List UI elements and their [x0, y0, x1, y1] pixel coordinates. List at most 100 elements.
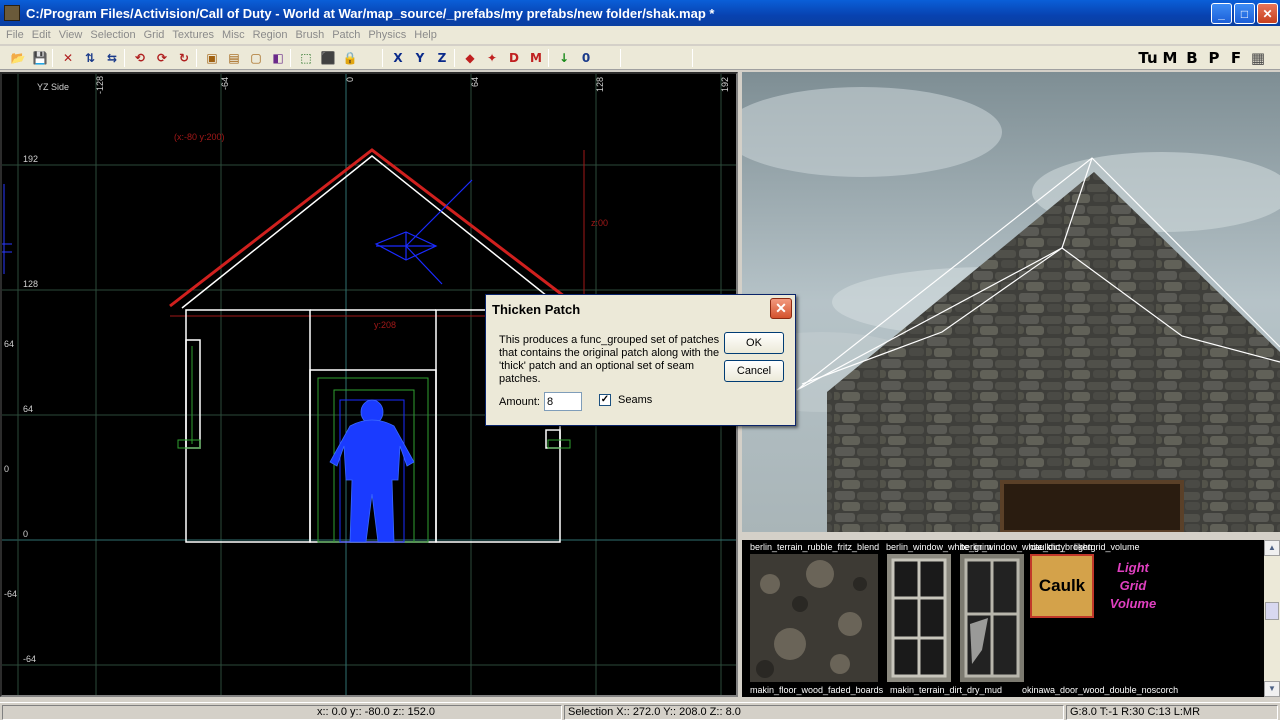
toolbar-separator [290, 49, 291, 67]
zero-icon[interactable]: 0 [578, 50, 594, 66]
light-entity[interactable] [374, 179, 473, 285]
dialog-description: This produces a func_grouped set of patc… [499, 334, 720, 385]
texture-name: lightgrid_volume [1074, 542, 1140, 552]
left-tick: 128 [23, 279, 38, 289]
scroll-down-icon[interactable]: ▼ [1264, 681, 1280, 697]
save-icon[interactable]: 💾 [32, 50, 48, 66]
status-bar: x:: 0.0 y:: -80.0 z:: 152.0 Selection X:… [0, 702, 1280, 720]
grid-icon[interactable]: ▦ [1248, 50, 1268, 66]
flip-z-icon[interactable]: ⇆ [104, 50, 120, 66]
lights-icon[interactable]: ✦ [484, 50, 500, 66]
select-inside-icon[interactable]: ⬛ [320, 50, 336, 66]
menu-edit[interactable]: Edit [32, 29, 51, 41]
cancel-button[interactable]: Cancel [724, 360, 784, 382]
lightgrid-label-2: Grid [1119, 578, 1147, 593]
app-icon [4, 5, 20, 21]
dialog-close-button[interactable]: ✕ [770, 298, 792, 319]
seams-checkbox[interactable]: ✓ [599, 394, 611, 406]
texture-name: okinawa_door_wood_double_noscorch [1022, 685, 1179, 695]
scroll-thumb[interactable] [1265, 602, 1279, 620]
view-y-icon[interactable]: Y [412, 50, 428, 66]
menu-view[interactable]: View [59, 29, 83, 41]
texture-lightgrid-thumb[interactable]: Light Grid Volume [1100, 554, 1166, 618]
texture-scrollbar[interactable]: ▲ ▼ [1264, 540, 1280, 697]
tu-icon[interactable]: Tu [1138, 50, 1158, 66]
entity-icon[interactable]: ◆ [462, 50, 478, 66]
menu-selection[interactable]: Selection [90, 29, 135, 41]
top-tick: 64 [470, 77, 480, 87]
top-tick: 0 [345, 77, 355, 82]
flip-y-icon[interactable]: ⇅ [82, 50, 98, 66]
camera-view-3d[interactable] [742, 72, 1280, 532]
menu-misc[interactable]: Misc [222, 29, 245, 41]
rotate-x-icon[interactable]: ⟲ [132, 50, 148, 66]
toolbar-separator [382, 49, 383, 67]
rotate-z-icon[interactable]: ↻ [176, 50, 192, 66]
menu-physics[interactable]: Physics [368, 29, 406, 41]
lightgrid-label-1: Light [1117, 560, 1149, 575]
selected-roof-patch[interactable] [169, 148, 578, 308]
thicken-patch-dialog: Thicken Patch ✕ This produces a func_gro… [485, 294, 796, 426]
menu-textures[interactable]: Textures [172, 29, 214, 41]
left-tick: -64 [23, 654, 36, 664]
minimize-button[interactable]: _ [1211, 3, 1232, 24]
texture-window-grim-thumb[interactable] [887, 554, 951, 682]
b-icon[interactable]: B [1182, 50, 1202, 66]
camera-canvas[interactable] [742, 72, 1280, 532]
open-icon[interactable]: 📂 [10, 50, 26, 66]
texture-caulk-thumb[interactable]: Caulk [1030, 554, 1094, 618]
window-title: C:/Program Files/Activision/Call of Duty… [26, 5, 715, 21]
texture-rubble-thumb[interactable] [750, 554, 878, 682]
menu-help[interactable]: Help [414, 29, 437, 41]
left-tick: 0 [23, 529, 28, 539]
status-grid-info: G:8.0 T:-1 R:30 C:13 L:MR [1066, 705, 1278, 720]
menu-bar: File Edit View Selection Grid Textures M… [0, 26, 1280, 44]
clipper-icon[interactable]: ◧ [270, 50, 286, 66]
toolbar-separator [52, 49, 53, 67]
rotate-y-icon[interactable]: ⟳ [154, 50, 170, 66]
view-z-icon[interactable]: Z [434, 50, 450, 66]
close-window-button[interactable]: ✕ [1257, 3, 1278, 24]
csg-subtract-icon[interactable]: ▣ [204, 50, 220, 66]
player-model[interactable] [329, 399, 415, 543]
far-left-tick: 0 [4, 464, 9, 474]
seams-label: Seams [618, 394, 653, 406]
menu-patch[interactable]: Patch [332, 29, 360, 41]
menu-region[interactable]: Region [253, 29, 288, 41]
status-selection: Selection X:: 272.0 Y:: 208.0 Z:: 8.0 [564, 705, 1064, 720]
texture-lock-icon[interactable]: 🔒 [342, 50, 358, 66]
texture-window-dirty-thumb[interactable] [960, 554, 1024, 682]
left-tick: 64 [23, 404, 33, 414]
top-tick: 192 [720, 77, 730, 92]
view-x-icon[interactable]: X [390, 50, 406, 66]
color-m-icon[interactable]: M [528, 50, 544, 66]
roof-patch[interactable] [181, 155, 563, 309]
coord-annotation-1: (x:-80 y:200) [174, 132, 225, 142]
menu-brush[interactable]: Brush [295, 29, 324, 41]
hollow-icon[interactable]: ▢ [248, 50, 264, 66]
xz-flip-icon[interactable]: ✕ [60, 50, 76, 66]
color-d-icon[interactable]: D [506, 50, 522, 66]
ok-button[interactable]: OK [724, 332, 784, 354]
texture-name: makin_terrain_dirt_dry_mud [890, 685, 1003, 695]
menu-grid[interactable]: Grid [144, 29, 165, 41]
m-icon[interactable]: M [1160, 50, 1180, 66]
f-icon[interactable]: F [1226, 50, 1246, 66]
view-label: YZ Side [37, 82, 69, 92]
select-touching-icon[interactable]: ⬚ [298, 50, 314, 66]
down-icon[interactable]: ↓ [556, 50, 572, 66]
texture-name: makin_floor_wood_faded_boards [750, 685, 884, 695]
caulk-label: Caulk [1038, 576, 1086, 595]
toolbar: 📂 💾 ✕ ⇅ ⇆ ⟲ ⟳ ↻ ▣ ▤ ▢ ◧ ⬚ ⬛ 🔒 X Y Z ◆ ✦ D M ↓ 0 Tu M B P F ▦ [0, 46, 1280, 70]
toolbar-separator [124, 49, 125, 67]
csg-merge-icon[interactable]: ▤ [226, 50, 242, 66]
p-icon[interactable]: P [1204, 50, 1224, 66]
texture-browser[interactable]: berlin_terrain_rubble_fritz_blend berlin… [742, 536, 1280, 697]
left-tick: 192 [23, 154, 38, 164]
amount-input[interactable] [544, 392, 582, 411]
menu-file[interactable]: File [6, 29, 24, 41]
scroll-up-icon[interactable]: ▲ [1264, 540, 1280, 556]
maximize-button[interactable]: □ [1234, 3, 1255, 24]
far-left-tick: -64 [4, 589, 17, 599]
amount-label: Amount: [499, 396, 540, 408]
